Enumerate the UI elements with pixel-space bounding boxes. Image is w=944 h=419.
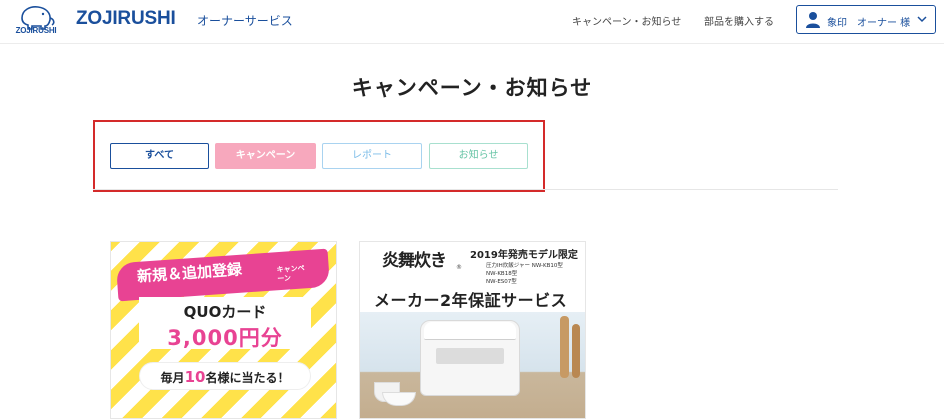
logo-mark-label: ZOJIRUSHI: [15, 26, 57, 35]
filter-campaign-button[interactable]: キャンペーン: [215, 143, 316, 169]
filter-news-button[interactable]: お知らせ: [429, 143, 528, 169]
model-line-3: NW-ES07型: [486, 279, 517, 285]
model-line-1: 圧力IH炊飯ジャー NW-KB10型: [486, 263, 563, 269]
rice-cooker-lid: [424, 322, 516, 340]
campaign-card-quo[interactable]: 新規＆追加登録 キャンペーン QUOカード 3,000円分 毎月10名様に当たる…: [110, 241, 337, 419]
nav-campaign-link[interactable]: キャンペーン・お知らせ: [572, 13, 681, 28]
user-icon: [806, 12, 820, 28]
wooden-spoon-icon: [560, 316, 569, 378]
site-header: ZOJIRUSHI ZOJIRUSHI オーナーサービス キャンペーン・お知らせ…: [0, 0, 944, 44]
section-divider: [93, 189, 838, 190]
model-title: 2019年発売モデル限定: [470, 250, 578, 261]
prize-count: 10: [184, 368, 206, 386]
user-name-label: 象印 オーナー 様: [827, 18, 911, 29]
prize-text: 毎月10名様に当たる！: [139, 368, 311, 386]
warranty-title: メーカー2年保証サービス: [374, 291, 568, 310]
prize-text-post: 名様に当たる！: [205, 371, 290, 385]
chevron-down-icon: [917, 16, 927, 23]
filter-all-button[interactable]: すべて: [110, 143, 209, 169]
campaign-card-warranty[interactable]: 炎舞炊き ® 2019年発売モデル限定 圧力IH炊飯ジャー NW-KB10型 N…: [359, 241, 586, 419]
rice-cooker-panel: [436, 348, 504, 364]
prize-text-pre: 毎月: [160, 371, 185, 385]
registered-mark: ®: [456, 264, 462, 271]
wooden-spatula-icon: [572, 324, 580, 378]
filter-report-button[interactable]: レポート: [322, 143, 422, 169]
campaign-headline-sub: キャンペーン: [276, 264, 305, 284]
brand-logo-subtitle[interactable]: オーナーサービス: [197, 12, 293, 29]
user-menu-button[interactable]: 象印 オーナー 様: [796, 5, 936, 34]
quo-amount: 3,000円分: [167, 326, 283, 350]
quo-card-label: QUOカード: [183, 303, 267, 321]
nav-parts-link[interactable]: 部品を購入する: [704, 13, 774, 28]
brand-calligraphy: 炎舞炊き: [382, 251, 447, 271]
model-line-2: NW-KB18型: [486, 271, 518, 277]
page-title: キャンペーン・お知らせ: [351, 76, 593, 100]
brand-logo-text[interactable]: ZOJIRUSHI: [76, 8, 176, 30]
